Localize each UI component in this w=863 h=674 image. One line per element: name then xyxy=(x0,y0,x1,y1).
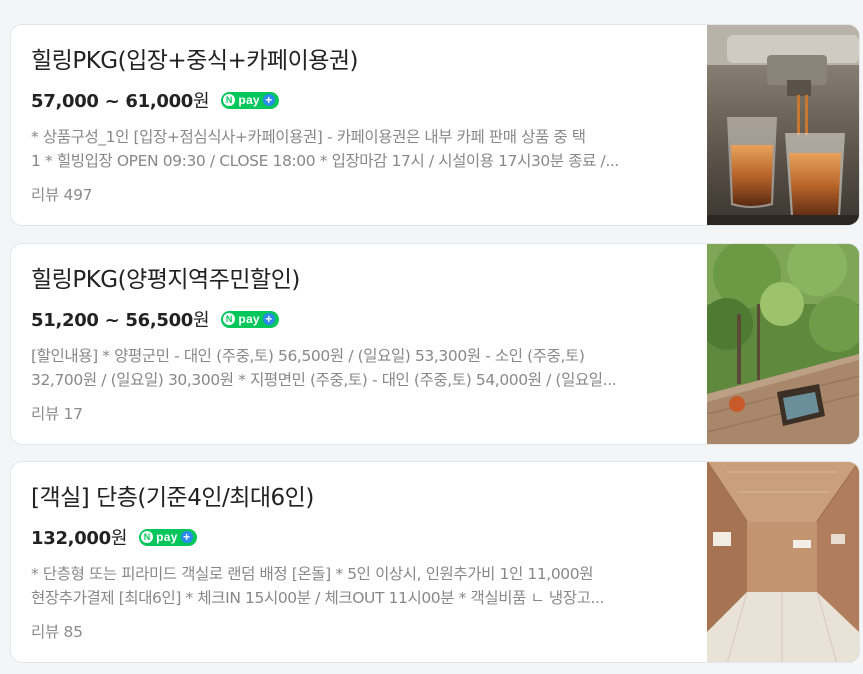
review-count: 리뷰 17 xyxy=(31,405,83,423)
product-info: [객실] 단층(기준4인/최대6인) 132,000원 Npay + * 단층형 … xyxy=(31,482,699,642)
product-description: [할인내용] * 양평군민 - 대인 (주중,토) 56,500원 / (일요일… xyxy=(31,344,699,392)
price-currency: 원 xyxy=(193,91,210,112)
naver-n-icon: N xyxy=(223,94,236,106)
product-thumbnail[interactable] xyxy=(707,462,859,662)
product-card[interactable]: [객실] 단층(기준4인/최대6인) 132,000원 Npay + * 단층형 … xyxy=(10,461,860,663)
price-row: 57,000 ~ 61,000원 Npay + xyxy=(31,87,699,113)
description-line: * 상품구성_1인 [입장+점심식사+카페이용권] - 카페이용권은 내부 카페… xyxy=(31,128,586,146)
product-thumbnail[interactable] xyxy=(707,244,859,444)
product-list: 힐링PKG(입장+중식+카페이용권) 57,000 ~ 61,000원 Npay… xyxy=(0,0,863,674)
description-line: 현장추가결제 [최대6인] * 체크IN 15시00분 / 체크OUT 11시0… xyxy=(31,589,605,607)
product-price: 51,200 ~ 56,500원 xyxy=(31,306,210,332)
product-card[interactable]: 힐링PKG(양평지역주민할인) 51,200 ~ 56,500원 Npay + [… xyxy=(10,243,860,445)
review-count: 리뷰 85 xyxy=(31,623,83,641)
price-currency: 원 xyxy=(110,528,128,549)
npay-badge: Npay + xyxy=(221,310,279,328)
product-card[interactable]: 힐링PKG(입장+중식+카페이용권) 57,000 ~ 61,000원 Npay… xyxy=(10,24,860,226)
plus-icon: + xyxy=(180,531,193,543)
plus-icon: + xyxy=(262,313,275,325)
review-count: 리뷰 497 xyxy=(31,186,93,204)
room-interior-photo-icon xyxy=(707,462,859,662)
product-info: 힐링PKG(양평지역주민할인) 51,200 ~ 56,500원 Npay + [… xyxy=(31,264,699,424)
espresso-photo-icon xyxy=(707,25,859,225)
npay-badge: Npay + xyxy=(139,528,197,546)
description-line: 1 * 힐빙입장 OPEN 09:30 / CLOSE 18:00 * 입장마감… xyxy=(31,152,619,170)
description-line: [할인내용] * 양평군민 - 대인 (주중,토) 56,500원 / (일요일… xyxy=(31,347,585,365)
price-row: 51,200 ~ 56,500원 Npay + xyxy=(31,306,699,332)
product-title[interactable]: [객실] 단층(기준4인/최대6인) xyxy=(31,482,699,514)
price-value: 57,000 ~ 61,000 xyxy=(31,91,194,112)
description-line: * 단층형 또는 피라미드 객실로 랜덤 배정 [온돌] * 5인 이상시, 인… xyxy=(31,565,594,583)
naver-n-icon: N xyxy=(141,531,154,543)
price-row: 132,000원 Npay + xyxy=(31,524,699,550)
product-price: 57,000 ~ 61,000원 xyxy=(31,87,210,113)
npay-label: pay xyxy=(238,312,260,326)
product-description: * 단층형 또는 피라미드 객실로 랜덤 배정 [온돌] * 5인 이상시, 인… xyxy=(31,562,699,610)
description-line: 32,700원 / (일요일) 30,300원 * 지평면민 (주중,토) - … xyxy=(31,371,617,389)
npay-badge: Npay + xyxy=(221,91,279,109)
product-description: * 상품구성_1인 [입장+점심식사+카페이용권] - 카페이용권은 내부 카페… xyxy=(31,125,699,173)
price-value: 132,000 xyxy=(31,528,111,549)
product-info: 힐링PKG(입장+중식+카페이용권) 57,000 ~ 61,000원 Npay… xyxy=(31,45,699,205)
product-thumbnail[interactable] xyxy=(707,25,859,225)
price-currency: 원 xyxy=(193,310,210,331)
price-value: 51,200 ~ 56,500 xyxy=(31,310,194,331)
product-title[interactable]: 힐링PKG(입장+중식+카페이용권) xyxy=(31,45,699,77)
npay-label: pay xyxy=(238,93,260,107)
plus-icon: + xyxy=(262,94,275,106)
product-title[interactable]: 힐링PKG(양평지역주민할인) xyxy=(31,264,699,296)
product-price: 132,000원 xyxy=(31,524,127,550)
garden-deck-photo-icon xyxy=(707,244,859,444)
npay-label: pay xyxy=(156,530,178,544)
naver-n-icon: N xyxy=(223,313,236,325)
